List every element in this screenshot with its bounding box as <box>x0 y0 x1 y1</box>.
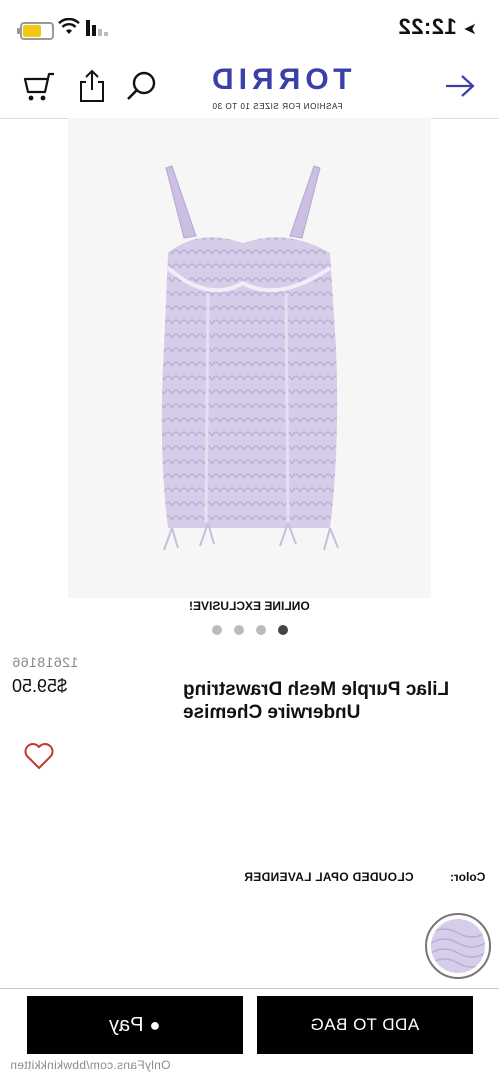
search-icon[interactable] <box>124 68 160 104</box>
carousel-dot-active[interactable] <box>277 625 288 635</box>
sku-text: 12618166 <box>12 654 79 670</box>
title-text: Lilac Purple Mesh Drawstring Underwire C… <box>183 679 450 723</box>
time-text: 12:22 <box>397 14 457 39</box>
product-image[interactable] <box>68 118 431 598</box>
status-time: 12:22 ➤ <box>398 14 477 40</box>
color-value: CLOUDED OPAL LAVENDER <box>244 870 414 884</box>
battery-icon <box>17 22 54 40</box>
add-to-bag-button[interactable]: ADD TO BAG <box>257 996 473 1054</box>
carousel-dots[interactable] <box>0 622 499 640</box>
product-sku: 12618166 <box>12 654 78 670</box>
apple-pay-content: ● Pay <box>109 1014 160 1037</box>
online-exclusive-text: ONLINE EXCLUSIVE! <box>189 599 310 613</box>
watermark-text: OnlyFans.com/bbwkinkkitten <box>10 1058 171 1072</box>
carousel-dot[interactable] <box>255 625 266 635</box>
color-label: Color: <box>449 870 485 884</box>
pay-label: Pay <box>109 1013 144 1036</box>
color-swatch[interactable] <box>425 913 491 979</box>
bottom-divider <box>0 988 499 989</box>
swatch-fill <box>431 919 485 973</box>
cart-icon[interactable] <box>22 68 58 104</box>
product-title: Lilac Purple Mesh Drawstring Underwire C… <box>183 678 483 724</box>
torrid-logo[interactable]: TORRID FASHION FOR SIZES 10 TO 30 <box>207 63 351 114</box>
apple-logo-icon: ● <box>149 1014 161 1035</box>
signal-icon <box>86 20 108 36</box>
logo-text: TORRID <box>207 63 352 96</box>
app-header: TORRID FASHION FOR SIZES 10 TO 30 <box>0 58 499 119</box>
price-text: $59.50 <box>12 676 68 696</box>
carousel-dot[interactable] <box>211 625 222 635</box>
status-bar: 12:22 ➤ <box>0 0 499 58</box>
color-selector: Color: CLOUDED OPAL LAVENDER <box>0 870 499 890</box>
share-icon[interactable] <box>74 68 110 104</box>
watermark: OnlyFans.com/bbwkinkkitten <box>10 1058 171 1072</box>
location-arrow-icon: ➤ <box>463 21 477 38</box>
online-exclusive-badge: ONLINE EXCLUSIVE! <box>0 599 499 613</box>
carousel-dot[interactable] <box>233 625 244 635</box>
heart-icon[interactable] <box>24 742 54 770</box>
arrow-right-icon[interactable] <box>442 68 478 104</box>
product-price: $59.50 <box>12 676 67 697</box>
add-to-bag-label: ADD TO BAG <box>310 1015 420 1034</box>
chemise-illustration <box>161 165 339 551</box>
wifi-icon <box>58 18 80 34</box>
apple-pay-button[interactable]: ● Pay <box>27 996 243 1054</box>
logo-tagline: FASHION FOR SIZES 10 TO 30 <box>211 102 343 111</box>
